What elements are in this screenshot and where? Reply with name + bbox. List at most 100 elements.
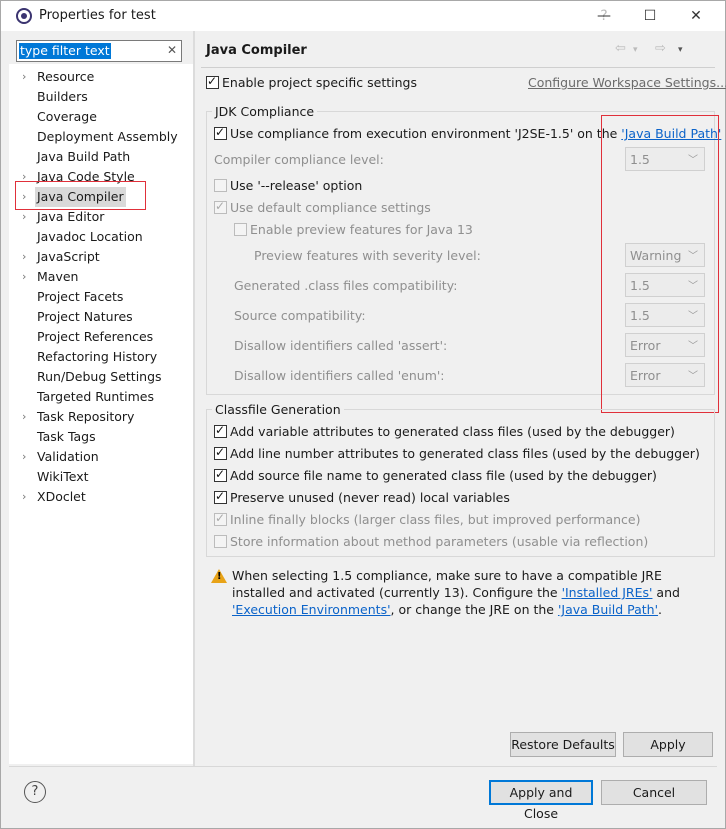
properties-dialog: Properties for test ? — ☐ ✕ type filter … — [0, 0, 726, 829]
store-method-params-label: Store information about method parameter… — [230, 534, 649, 549]
tree-item-label: Coverage — [37, 109, 97, 124]
tree-item-label: Java Code Style — [37, 169, 135, 184]
inline-finally-checkbox[interactable] — [214, 511, 227, 526]
view-menu-icon[interactable]: ▾ — [678, 45, 683, 55]
tree-item-builders[interactable]: Builders — [9, 87, 193, 107]
preview-severity-value: Warning — [630, 248, 682, 263]
default-compliance-checkbox[interactable] — [214, 199, 227, 214]
tree-item-label: Java Editor — [37, 209, 105, 224]
tree-item-label: Java Compiler — [35, 187, 126, 207]
tree-item-label: Run/Debug Settings — [37, 369, 162, 384]
expand-arrow-icon[interactable]: › — [22, 407, 32, 427]
eclipse-icon — [16, 8, 32, 24]
page-title: Java Compiler — [206, 43, 307, 58]
tree-item-label: Javadoc Location — [37, 229, 143, 244]
enable-project-specific-checkbox[interactable] — [206, 74, 219, 89]
restore-defaults-button[interactable]: Restore Defaults — [510, 732, 616, 757]
tree-item-maven[interactable]: › Maven — [9, 267, 193, 287]
tree-item-wikitext[interactable]: WikiText — [9, 467, 193, 487]
tree-item-java-code-style[interactable]: › Java Code Style — [9, 167, 193, 187]
tree-item-project-facets[interactable]: Project Facets — [9, 287, 193, 307]
expand-arrow-icon[interactable]: › — [22, 67, 32, 87]
apply-button[interactable]: Apply — [623, 732, 713, 757]
back-arrow-icon[interactable]: ⇦ — [615, 41, 626, 56]
preview-features-label: Enable preview features for Java 13 — [250, 222, 473, 237]
cancel-button[interactable]: Cancel — [601, 780, 707, 805]
preserve-unused-label: Preserve unused (never read) local varia… — [230, 490, 510, 505]
tree-item-javascript[interactable]: › JavaScript — [9, 247, 193, 267]
tree-item-resource[interactable]: › Resource — [9, 67, 193, 87]
tree-item-label: Java Build Path — [37, 149, 131, 164]
generated-class-value: 1.5 — [630, 278, 650, 293]
java-build-path-link[interactable]: 'Java Build Path' — [621, 126, 721, 141]
installed-jres-link[interactable]: 'Installed JREs' — [562, 585, 653, 600]
expand-arrow-icon[interactable]: › — [22, 447, 32, 467]
expand-arrow-icon[interactable]: › — [22, 167, 32, 187]
warning-icon: ! — [211, 569, 227, 583]
apply-and-close-button[interactable]: Apply and Close — [489, 780, 593, 821]
compliance-warning: When selecting 1.5 compliance, make sure… — [232, 567, 714, 618]
filter-text[interactable]: type filter text — [19, 43, 111, 59]
release-option-checkbox[interactable] — [214, 179, 227, 192]
use-compliance-checkbox[interactable] — [214, 125, 227, 140]
jdk-compliance-title: JDK Compliance — [212, 104, 318, 119]
minimize-button[interactable]: — — [581, 1, 627, 31]
preserve-unused-checkbox[interactable] — [214, 489, 227, 504]
expand-arrow-icon[interactable]: › — [22, 187, 32, 207]
source-file-name-checkbox[interactable] — [214, 467, 227, 482]
variable-attributes-checkbox[interactable] — [214, 423, 227, 438]
filter-input[interactable]: type filter text ✕ — [16, 40, 182, 62]
tree-item-xdoclet[interactable]: › XDoclet — [9, 487, 193, 507]
expand-arrow-icon[interactable]: › — [22, 267, 32, 287]
tree-item-java-compiler[interactable]: › Java Compiler — [9, 187, 193, 207]
source-compat-select[interactable]: 1.5 ﹀ — [625, 303, 705, 327]
configure-workspace-link[interactable]: Configure Workspace Settings... — [528, 75, 726, 90]
tree-item-java-editor[interactable]: › Java Editor — [9, 207, 193, 227]
expand-arrow-icon[interactable]: › — [22, 487, 32, 507]
expand-arrow-icon[interactable]: › — [22, 207, 32, 227]
tree-item-coverage[interactable]: Coverage — [9, 107, 193, 127]
sash-divider[interactable] — [193, 31, 195, 766]
tree-item-task-tags[interactable]: Task Tags — [9, 427, 193, 447]
tree-item-refactoring-history[interactable]: Refactoring History — [9, 347, 193, 367]
preview-severity-select[interactable]: Warning ﹀ — [625, 243, 705, 267]
preview-features-checkbox[interactable] — [234, 223, 247, 236]
enum-select[interactable]: Error ﹀ — [625, 363, 705, 387]
tree-item-javadoc-location[interactable]: Javadoc Location — [9, 227, 193, 247]
tree-item-label: Maven — [37, 269, 79, 284]
generated-class-label: Generated .class files compatibility: — [234, 278, 458, 293]
back-menu-icon[interactable]: ▾ — [633, 45, 638, 55]
tree-item-project-references[interactable]: Project References — [9, 327, 193, 347]
enable-project-specific-label: Enable project specific settings — [222, 75, 417, 90]
tree-item-targeted-runtimes[interactable]: Targeted Runtimes — [9, 387, 193, 407]
tree-item-label: WikiText — [37, 469, 89, 484]
tree-item-task-repository[interactable]: › Task Repository — [9, 407, 193, 427]
use-compliance-text: Use compliance from execution environmen… — [230, 126, 622, 141]
expand-arrow-icon[interactable]: › — [22, 247, 32, 267]
forward-arrow-icon[interactable]: ⇨ — [655, 41, 666, 56]
window-title: Properties for test — [39, 8, 156, 23]
generated-class-select[interactable]: 1.5 ﹀ — [625, 273, 705, 297]
warning-text-3: , or change the JRE on the — [390, 602, 558, 617]
close-button[interactable]: ✕ — [673, 1, 719, 31]
tree-item-label: Builders — [37, 89, 88, 104]
tree-item-deployment-assembly[interactable]: Deployment Assembly — [9, 127, 193, 147]
line-number-checkbox[interactable] — [214, 445, 227, 460]
maximize-button[interactable]: ☐ — [627, 1, 673, 31]
tree-item-validation[interactable]: › Validation — [9, 447, 193, 467]
help-icon[interactable]: ? — [24, 781, 46, 803]
tree-item-java-build-path[interactable]: Java Build Path — [9, 147, 193, 167]
tree-item-label: Validation — [37, 449, 99, 464]
tree-item-project-natures[interactable]: Project Natures — [9, 307, 193, 327]
execution-environments-link[interactable]: 'Execution Environments' — [232, 602, 391, 617]
source-compat-value: 1.5 — [630, 308, 650, 323]
assert-select[interactable]: Error ﹀ — [625, 333, 705, 357]
store-method-params-checkbox[interactable] — [214, 535, 227, 548]
chevron-down-icon: ﹀ — [688, 341, 698, 352]
tree-item-run-debug-settings[interactable]: Run/Debug Settings — [9, 367, 193, 387]
java-build-path-link-2[interactable]: 'Java Build Path' — [558, 602, 658, 617]
compiler-level-select[interactable]: 1.5 ﹀ — [625, 147, 705, 171]
clear-filter-icon[interactable]: ✕ — [167, 43, 177, 57]
title-separator — [201, 67, 715, 68]
tree-item-label: Resource — [37, 69, 95, 84]
